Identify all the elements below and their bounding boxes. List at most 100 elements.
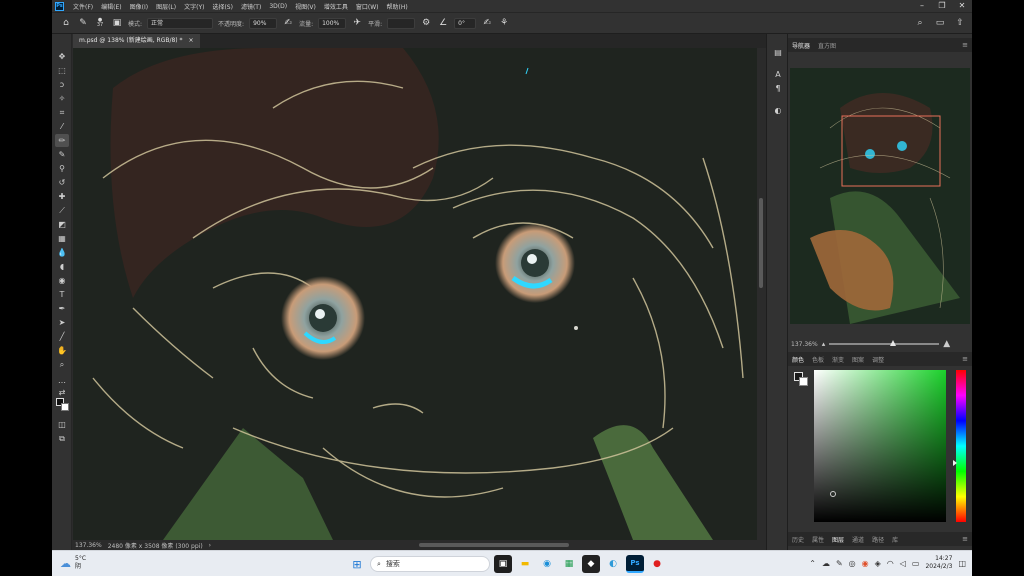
tab-color[interactable]: 颜色 [788,355,808,364]
record-icon[interactable]: ● [648,555,666,573]
brush-settings-icon[interactable]: ▣ [111,17,123,29]
navigator-zoom-slider[interactable] [829,340,940,346]
clone-stamp-icon[interactable]: ⚲ [55,162,69,175]
wifi-icon[interactable]: ◠ [887,559,894,568]
dodge-icon[interactable]: ◖ [55,260,69,273]
maximize-icon[interactable]: ❐ [932,0,952,12]
airbrush-icon[interactable]: ✈ [351,17,363,29]
sponge-icon[interactable]: ◉ [55,274,69,287]
share-icon[interactable]: ⇧ [954,17,966,29]
brush-icon[interactable]: ✏ [55,134,69,147]
menu-image[interactable]: 图像(I) [126,2,152,11]
tab-adjustments[interactable]: 调整 [868,355,888,364]
horizontal-scroll-thumb[interactable] [419,543,569,547]
taskbar-search[interactable]: ⌕ 搜索 [370,556,490,572]
screen-mode-icon[interactable]: ⧉ [55,432,69,445]
gradient-icon[interactable]: ▦ [55,232,69,245]
photoshop-taskbar-icon[interactable]: Ps [626,555,644,573]
document-tab[interactable]: m.psd @ 138% (新建绘画, RGB/8) * × [73,34,200,48]
tab-navigator[interactable]: 导航器 [788,41,814,50]
paragraph-panel-icon[interactable]: ¶ [771,82,785,95]
color-panel-swatches[interactable] [794,372,810,388]
background-color-swatch[interactable] [61,403,69,411]
zoom-icon[interactable]: ⌕ [55,358,69,371]
tray-app2-icon[interactable]: ◉ [862,559,869,568]
status-arrow-icon[interactable]: › [209,542,211,549]
brush-tool-icon[interactable]: ✎ [77,17,89,29]
file-explorer-icon[interactable]: ▬ [516,555,534,573]
onedrive-icon[interactable]: ☁ [822,559,830,568]
pencil-icon[interactable]: ✎ [55,148,69,161]
tray-chevron-icon[interactable]: ⌃ [809,559,816,568]
clock[interactable]: 14:27 2024/2/3 [925,555,952,571]
panel-menu-icon[interactable]: ≡ [962,41,968,49]
search-icon[interactable]: ⌕ [914,17,926,29]
pressure-size-icon[interactable]: ✍ [481,17,493,29]
shape-icon[interactable]: ╱ [55,330,69,343]
type-icon[interactable]: T [55,288,69,301]
opacity-field[interactable]: 90% [249,17,278,29]
menu-filter[interactable]: 滤镜(T) [237,2,265,11]
close-icon[interactable]: ✕ [952,0,972,12]
tab-layers[interactable]: 图层 [828,535,848,544]
pen-icon[interactable]: ✒ [55,302,69,315]
crop-icon[interactable]: ⌗ [55,106,69,119]
color-panel-menu-icon[interactable]: ≡ [962,355,968,363]
edge-icon[interactable]: ◉ [538,555,556,573]
notification-icon[interactable]: ◫ [958,559,966,568]
panel-options-icon[interactable]: ▤ [771,46,785,59]
color-picker-field[interactable] [814,370,946,522]
brush-preset-picker[interactable]: ● 37 [94,17,106,29]
character-panel-icon[interactable]: A [771,68,785,81]
task-view-icon[interactable]: ▣ [494,555,512,573]
navigator-zoom-value[interactable]: 137.36% [791,341,818,348]
zoom-slider-handle[interactable] [890,340,897,346]
browser-icon[interactable]: ◐ [604,555,622,573]
menu-3d[interactable]: 3D(D) [265,3,291,10]
move-icon[interactable]: ✥ [55,50,69,63]
quick-mask-icon[interactable]: ◫ [55,418,69,431]
weather-widget[interactable]: ☁ 5°C 阴 [60,555,86,571]
panel-background-swatch[interactable] [799,377,808,386]
quick-select-icon[interactable]: ✧ [55,92,69,105]
marquee-icon[interactable]: ⬚ [55,64,69,77]
eyedropper-icon[interactable]: ⁄ [55,120,69,133]
tab-patterns[interactable]: 图案 [848,355,868,364]
store-icon[interactable]: ▦ [560,555,578,573]
tab-histogram[interactable]: 直方图 [814,41,840,50]
battery-icon[interactable]: ▭ [912,559,920,568]
tool-color-swatches[interactable] [56,398,70,412]
zoom-out-icon[interactable]: ▴ [822,340,826,348]
smoothing-options-icon[interactable]: ⚙ [420,17,432,29]
menu-file[interactable]: 文件(F) [69,2,97,11]
eraser-icon[interactable]: ◩ [55,218,69,231]
mixer-brush-icon[interactable]: ⟋ [55,204,69,217]
volume-icon[interactable]: ◁ [900,559,906,568]
tray-app3-icon[interactable]: ◈ [875,559,881,568]
zoom-in-icon[interactable]: ▲ [943,339,950,349]
tab-swatches[interactable]: 色板 [808,355,828,364]
close-tab-icon[interactable]: × [188,37,193,44]
hand-icon[interactable]: ✋ [55,344,69,357]
blur-icon[interactable]: 💧 [55,246,69,259]
menu-layer[interactable]: 图层(L) [152,2,180,11]
tab-properties[interactable]: 属性 [808,535,828,544]
menu-help[interactable]: 帮助(H) [383,2,412,11]
vertical-scrollbar[interactable] [757,48,765,540]
adjustments-panel-icon[interactable]: ◐ [771,104,785,117]
document-canvas[interactable] [73,48,757,540]
mode-select[interactable]: 正常 [147,17,214,29]
menu-plugins[interactable]: 增效工具 [320,2,352,11]
hue-slider[interactable] [953,370,966,522]
app-icon[interactable]: ◆ [582,555,600,573]
symmetry-icon[interactable]: ⚘ [498,17,510,29]
tab-channels[interactable]: 通道 [848,535,868,544]
vertical-scroll-thumb[interactable] [759,198,763,288]
angle-field[interactable]: 0° [454,17,477,29]
lasso-icon[interactable]: ↄ [55,78,69,91]
smoothing-field[interactable] [387,17,416,29]
tab-libraries[interactable]: 库 [888,535,902,544]
tab-paths[interactable]: 路径 [868,535,888,544]
tray-app-icon[interactable]: ◎ [849,559,856,568]
bottom-panel-menu-icon[interactable]: ≡ [962,535,968,543]
